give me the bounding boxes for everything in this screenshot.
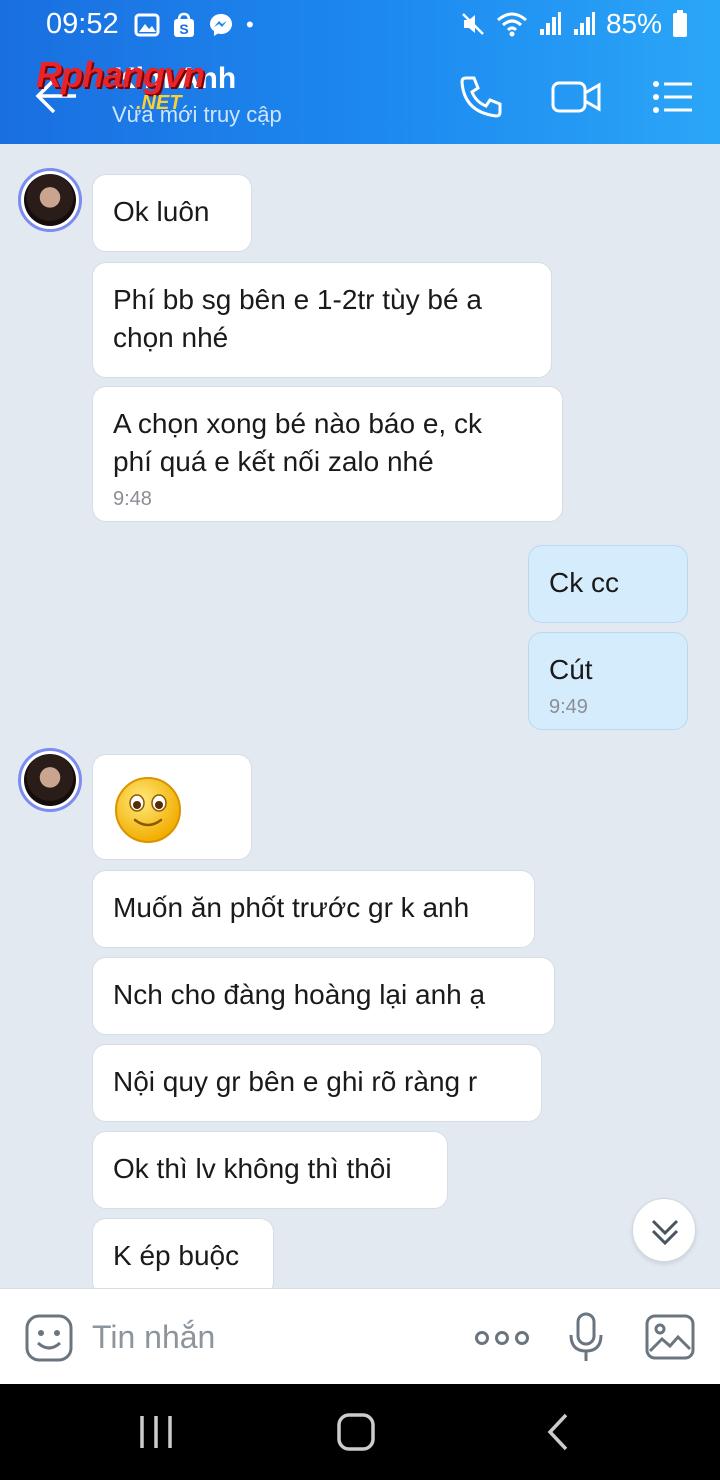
scroll-to-bottom-button[interactable] — [632, 1198, 696, 1262]
status-bar: 09:52 S • 85% — [0, 0, 720, 50]
status-time: 09:52 — [46, 8, 119, 40]
sticker-icon[interactable] — [24, 1313, 74, 1363]
message-time: 9:48 — [113, 488, 152, 510]
message-input-bar: Tin nhắn — [0, 1288, 720, 1384]
signal-icon-2 — [573, 12, 595, 35]
double-chevron-down-icon — [651, 1219, 679, 1246]
message-text: Nội quy gr bên e ghi rõ ràng r — [113, 1066, 478, 1097]
message-bubble-received[interactable] — [92, 754, 252, 860]
system-back-icon[interactable] — [544, 1412, 572, 1452]
contact-avatar[interactable] — [18, 748, 82, 812]
wifi-icon — [496, 12, 527, 37]
message-bubble-received[interactable]: A chọn xong bé nào báo e, ck phí quá e k… — [92, 386, 563, 522]
avatar-photo — [24, 754, 76, 806]
message-bubble-received[interactable]: Phí bb sg bên e 1-2tr tùy bé a chọn nhé — [92, 262, 552, 378]
smiley-emoji-icon — [115, 777, 181, 843]
message-text: Cút — [549, 654, 593, 685]
message-bubble-received[interactable]: Ok luôn — [92, 174, 252, 252]
svg-text:S: S — [179, 21, 188, 37]
message-time: 9:49 — [549, 696, 588, 718]
watermark-logo-suffix: .NET — [136, 92, 182, 114]
more-options-icon[interactable] — [474, 1323, 530, 1353]
message-bubble-received[interactable]: Nội quy gr bên e ghi rõ ràng r — [92, 1044, 542, 1122]
gallery-icon — [134, 13, 160, 37]
system-nav-bar — [0, 1384, 720, 1480]
microphone-icon[interactable] — [566, 1311, 606, 1365]
recent-apps-icon[interactable] — [136, 1414, 176, 1450]
message-text: Ok luôn — [113, 196, 210, 227]
message-bubble-received[interactable]: Nch cho đàng hoàng lại anh ạ — [92, 957, 555, 1035]
image-icon[interactable] — [644, 1313, 696, 1361]
avatar-photo — [24, 174, 76, 226]
message-bubble-received[interactable]: K ép buộc — [92, 1218, 274, 1296]
message-text: Muốn ăn phốt trước gr k anh — [113, 892, 470, 923]
phone-icon[interactable] — [456, 72, 508, 122]
message-bubble-received[interactable]: Muốn ăn phốt trước gr k anh — [92, 870, 535, 948]
home-icon[interactable] — [336, 1412, 376, 1452]
chat-header: Kim Anh Vừa mới truy cập Rphangvn .NET — [0, 50, 720, 144]
messenger-icon — [210, 14, 232, 36]
message-text: chọn nhé — [113, 322, 229, 353]
contact-avatar[interactable] — [18, 168, 82, 232]
message-text: Nch cho đàng hoàng lại anh ạ — [113, 979, 486, 1010]
message-input[interactable]: Tin nhắn — [92, 1319, 215, 1356]
battery-level: 85% — [605, 8, 662, 39]
more-notifications-dot: • — [246, 12, 254, 37]
message-text: Ok thì lv không thì thôi — [113, 1153, 392, 1184]
system-icons: 85% — [460, 8, 688, 40]
video-call-icon[interactable] — [550, 72, 602, 122]
watermark-logo: Rphangvn — [36, 54, 205, 95]
message-text: K ép buộc — [113, 1240, 240, 1271]
message-text: phí quá e kết nối zalo nhé — [113, 446, 434, 477]
shop-icon: S — [174, 12, 194, 37]
message-bubble-sent[interactable]: Ck cc — [528, 545, 688, 623]
battery-icon — [673, 10, 687, 37]
signal-icon — [539, 12, 561, 35]
menu-list-icon[interactable] — [648, 72, 700, 122]
mute-icon — [462, 13, 484, 35]
message-bubble-received[interactable]: Ok thì lv không thì thôi — [92, 1131, 448, 1209]
message-text: Phí bb sg bên e 1-2tr tùy bé a — [113, 284, 482, 315]
notification-icons: S • — [134, 12, 254, 38]
message-bubble-sent[interactable]: Cút 9:49 — [528, 632, 688, 730]
message-text: A chọn xong bé nào báo e, ck — [113, 408, 482, 439]
message-text: Ck cc — [549, 567, 619, 598]
